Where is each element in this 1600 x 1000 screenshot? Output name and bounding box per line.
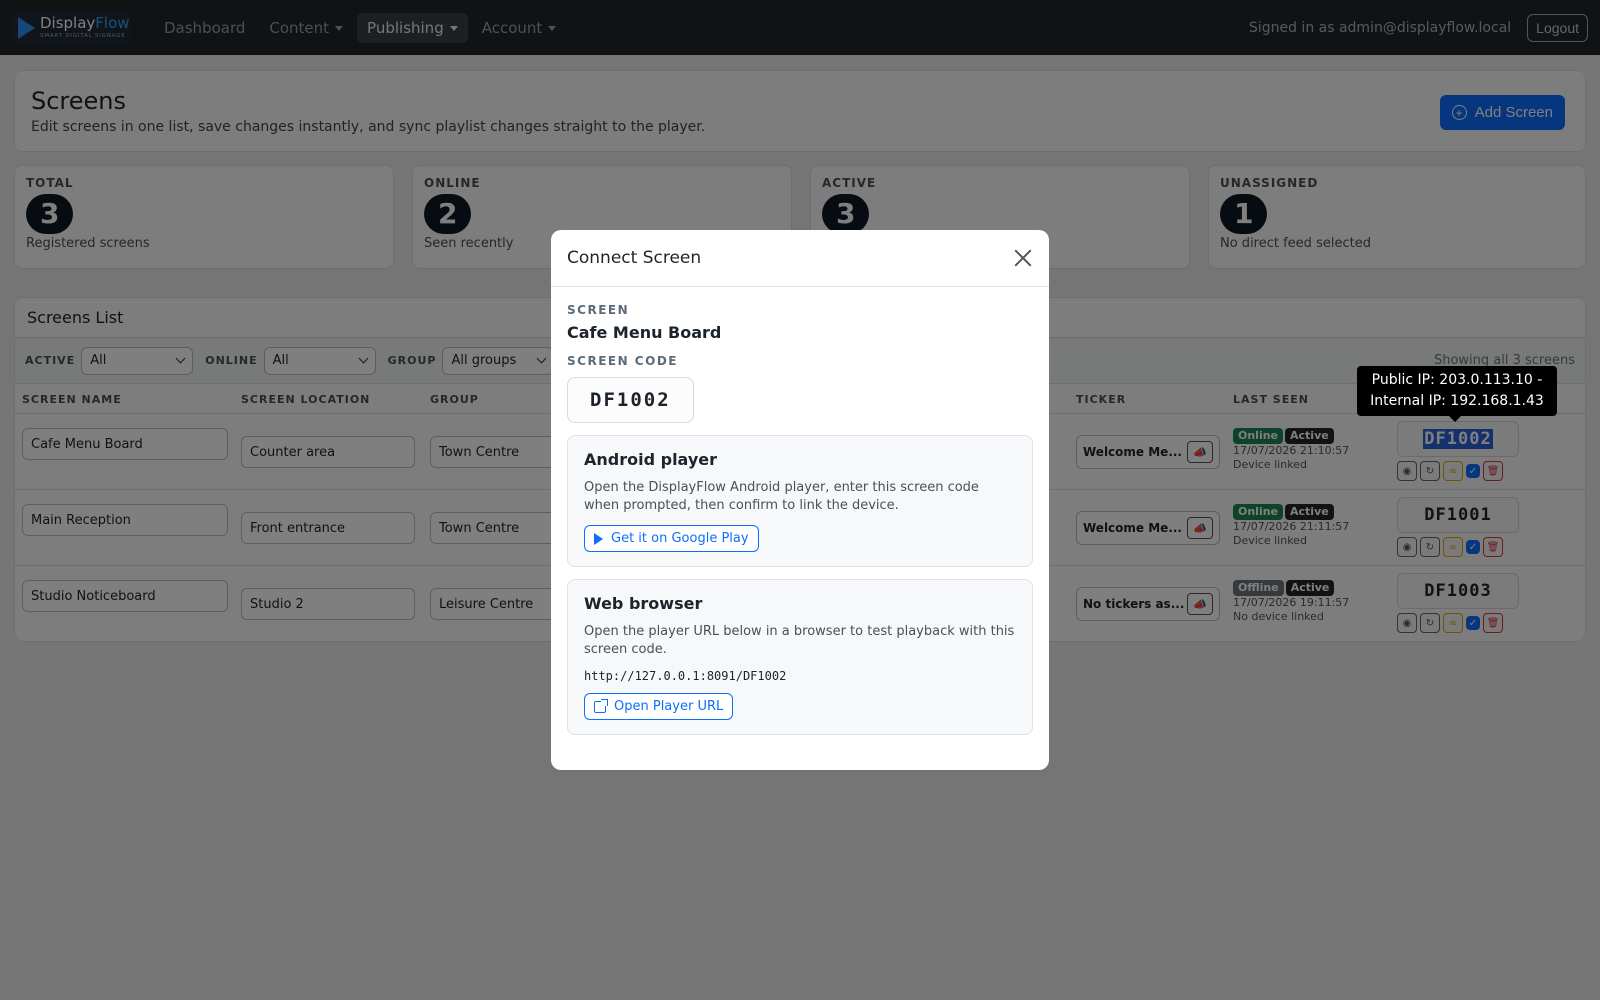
player-url: http://127.0.0.1:8091/DF1002	[584, 669, 787, 683]
screen-label: SCREEN	[567, 303, 630, 317]
modal-title: Connect Screen	[567, 248, 702, 268]
google-play-icon	[594, 532, 603, 545]
google-play-button[interactable]: Get it on Google Play	[584, 525, 759, 552]
external-link-icon	[594, 698, 608, 713]
ip-tooltip: Public IP: 203.0.113.10 - Internal IP: 1…	[1357, 366, 1557, 422]
web-browser-panel: Web browser Open the player URL below in…	[567, 579, 1033, 735]
modal-screen-code: DF1002	[567, 377, 694, 423]
connect-screen-modal: Connect Screen SCREEN Cafe Menu Board SC…	[551, 230, 1049, 770]
close-icon[interactable]	[1013, 248, 1033, 268]
android-player-panel: Android player Open the DisplayFlow Andr…	[567, 435, 1033, 567]
modal-screen-name: Cafe Menu Board	[567, 323, 722, 342]
open-player-url-button[interactable]: Open Player URL	[584, 693, 734, 720]
screen-code-label: SCREEN CODE	[567, 354, 678, 368]
